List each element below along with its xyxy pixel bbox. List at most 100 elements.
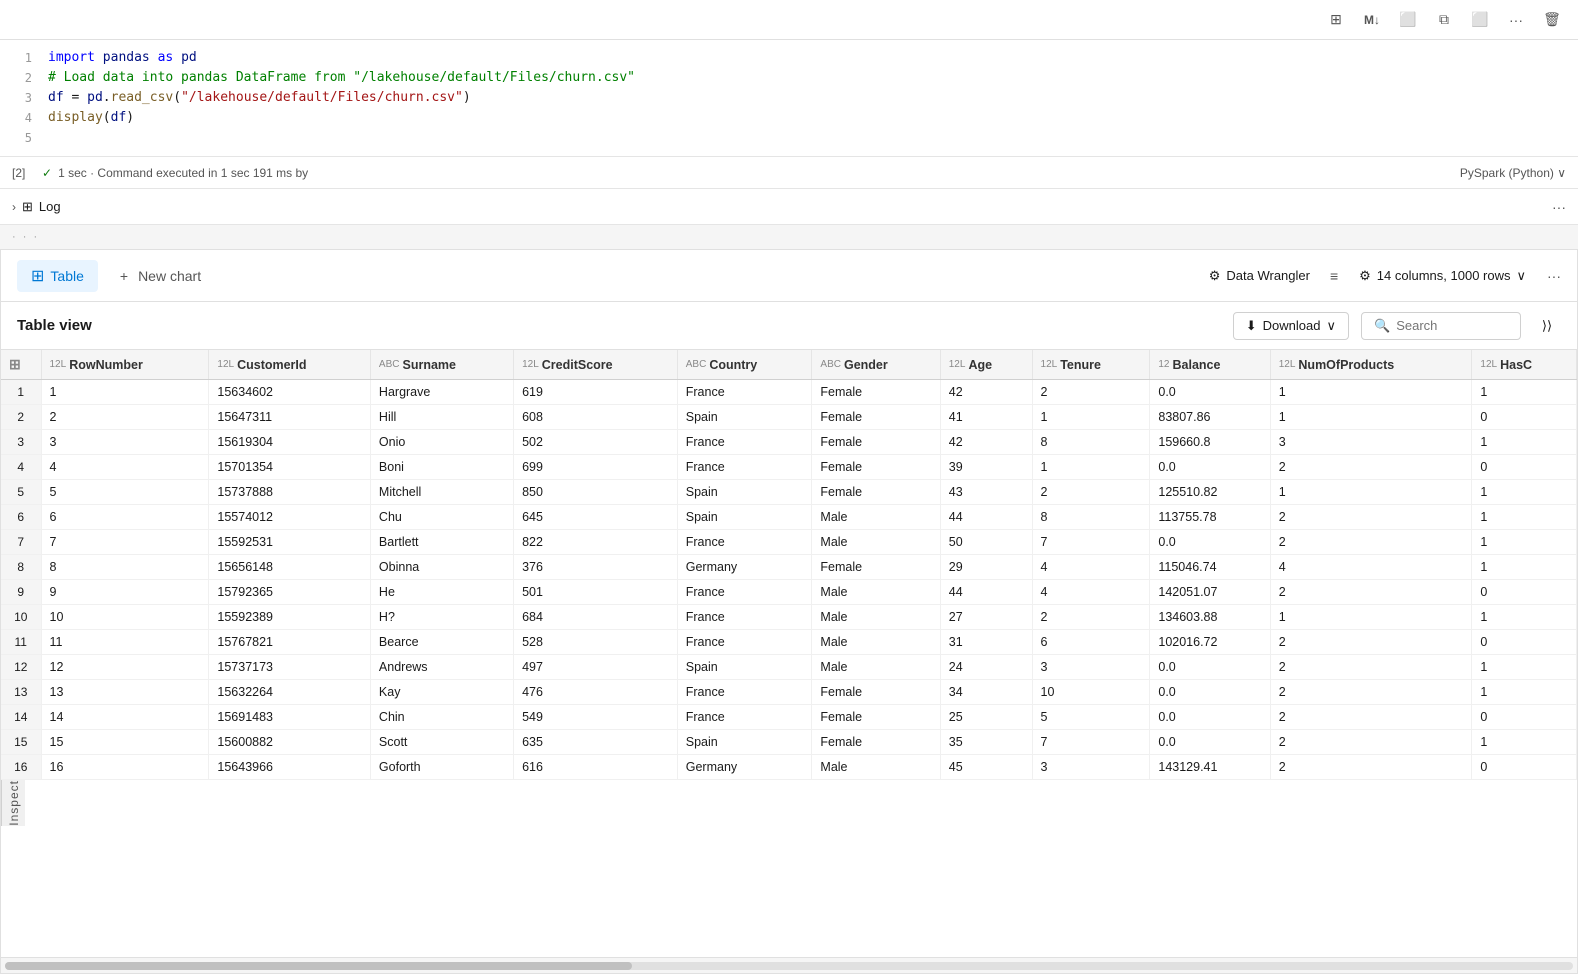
- tabs-more-icon[interactable]: ···: [1547, 268, 1561, 284]
- table-cell: 0.0: [1150, 455, 1270, 480]
- col-header-age[interactable]: 12L Age: [940, 350, 1032, 380]
- col-header-gender[interactable]: ABC Gender: [812, 350, 940, 380]
- log-more-icon[interactable]: ···: [1552, 199, 1566, 215]
- col-header-balance[interactable]: 12 Balance: [1150, 350, 1270, 380]
- data-wrangler-button[interactable]: ⚙ Data Wrangler: [1201, 264, 1318, 288]
- horizontal-scrollbar[interactable]: [1, 957, 1577, 973]
- scrollbar-thumb[interactable]: [5, 962, 632, 970]
- row-index-cell: 11: [1, 630, 41, 655]
- table-cell: Germany: [677, 755, 812, 780]
- table-cell: 50: [940, 530, 1032, 555]
- log-section: › ⊞ Log ···: [0, 189, 1578, 225]
- table-row: 1115634602Hargrave619FranceFemale4220.01…: [1, 380, 1577, 405]
- table-cell: 42: [940, 430, 1032, 455]
- table-cell: Female: [812, 705, 940, 730]
- table-cell: 2: [1032, 380, 1150, 405]
- row-index-cell: 12: [1, 655, 41, 680]
- inspect-panel-toggle[interactable]: ⟩⟩: [1533, 312, 1561, 340]
- toolbar-icon-run[interactable]: ⬜: [1466, 6, 1494, 34]
- download-button[interactable]: ⬇ Download ∨: [1233, 312, 1349, 340]
- inspect-sidebar[interactable]: Inspect: [1, 780, 25, 826]
- row-index-cell: 14: [1, 705, 41, 730]
- chevron-down-icon: ∨: [1516, 268, 1526, 284]
- table-cell: 15792365: [209, 580, 371, 605]
- table-cell: 0: [1472, 405, 1577, 430]
- table-cell: France: [677, 430, 812, 455]
- toolbar-icon-layout[interactable]: ⊞: [1322, 6, 1350, 34]
- table-cell: Spain: [677, 655, 812, 680]
- col-header-creditscore[interactable]: 12L CreditScore: [514, 350, 678, 380]
- table-cell: 0: [1472, 455, 1577, 480]
- table-cell: 4: [1032, 555, 1150, 580]
- dots-separator: · · ·: [0, 225, 1578, 249]
- table-cell: He: [370, 580, 513, 605]
- table-cell: 1: [1472, 730, 1577, 755]
- table-cell: 10: [1032, 680, 1150, 705]
- toolbar-icon-markdown[interactable]: M↓: [1358, 6, 1386, 34]
- table-cell: Boni: [370, 455, 513, 480]
- download-icon: ⬇: [1246, 318, 1257, 334]
- data-table-container[interactable]: ⊞ 12L RowNumber 12L CustomerId ABC Surna…: [1, 350, 1577, 957]
- table-cell: 645: [514, 505, 678, 530]
- log-toggle[interactable]: › ⊞ Log: [12, 199, 61, 215]
- table-cell: 0.0: [1150, 680, 1270, 705]
- toolbar-icon-screen[interactable]: ⬜: [1394, 6, 1422, 34]
- tab-new-chart[interactable]: + New chart: [106, 262, 215, 290]
- chevron-right-icon: ›: [12, 200, 16, 214]
- table-cell: 15619304: [209, 430, 371, 455]
- table-cell: Hargrave: [370, 380, 513, 405]
- row-index-cell: 7: [1, 530, 41, 555]
- table-cell: Female: [812, 680, 940, 705]
- table-cell: Female: [812, 405, 940, 430]
- row-index-cell: 15: [1, 730, 41, 755]
- table-cell: 476: [514, 680, 678, 705]
- table-cell: Male: [812, 755, 940, 780]
- table-row: 111115767821Bearce528FranceMale316102016…: [1, 630, 1577, 655]
- data-table: ⊞ 12L RowNumber 12L CustomerId ABC Surna…: [1, 350, 1577, 780]
- col-header-rownumber[interactable]: 12L RowNumber: [41, 350, 209, 380]
- table-cell: Bartlett: [370, 530, 513, 555]
- table-cell: 4: [1032, 580, 1150, 605]
- table-cell: Male: [812, 530, 940, 555]
- table-cell: 2: [41, 405, 209, 430]
- toolbar-icon-copy[interactable]: ⧉: [1430, 6, 1458, 34]
- toolbar-icon-more[interactable]: ···: [1502, 6, 1530, 34]
- col-header-tenure[interactable]: 12L Tenure: [1032, 350, 1150, 380]
- table-row: 6615574012Chu645SpainMale448113755.7821: [1, 505, 1577, 530]
- table-cell: 1: [1270, 605, 1472, 630]
- table-cell: France: [677, 455, 812, 480]
- row-index-cell: 5: [1, 480, 41, 505]
- col-header-numofproducts[interactable]: 12L NumOfProducts: [1270, 350, 1472, 380]
- search-input[interactable]: [1396, 318, 1496, 333]
- table-cell: 83807.86: [1150, 405, 1270, 430]
- table-cell: 41: [940, 405, 1032, 430]
- table-cell: 159660.8: [1150, 430, 1270, 455]
- table-cell: 3: [1032, 755, 1150, 780]
- filter-icon[interactable]: ≡: [1330, 268, 1338, 284]
- col-header-hasc[interactable]: 12L HasC: [1472, 350, 1577, 380]
- table-cell: 9: [41, 580, 209, 605]
- table-cell: 142051.07: [1150, 580, 1270, 605]
- code-editor[interactable]: import pandas as pd # Load data into pan…: [40, 40, 1578, 156]
- table-cell: 6: [41, 505, 209, 530]
- col-header-country[interactable]: ABC Country: [677, 350, 812, 380]
- output-panel: ⊞ Table + New chart ⚙ Data Wrangler ≡ ⚙ …: [0, 249, 1578, 974]
- table-cell: 1: [1032, 405, 1150, 430]
- toolbar-icon-delete[interactable]: 🗑: [1538, 6, 1566, 34]
- pyspark-badge[interactable]: PySpark (Python) ∨: [1460, 166, 1566, 180]
- table-row: 2215647311Hill608SpainFemale41183807.861…: [1, 405, 1577, 430]
- row-index-cell: 9: [1, 580, 41, 605]
- table-cell: 497: [514, 655, 678, 680]
- table-cell: 528: [514, 630, 678, 655]
- table-cell: 125510.82: [1150, 480, 1270, 505]
- col-header-customerid[interactable]: 12L CustomerId: [209, 350, 371, 380]
- table-cell: 8: [41, 555, 209, 580]
- table-cell: Hill: [370, 405, 513, 430]
- table-cell: 15737173: [209, 655, 371, 680]
- table-cell: Mitchell: [370, 480, 513, 505]
- table-cell: 15647311: [209, 405, 371, 430]
- col-header-surname[interactable]: ABC Surname: [370, 350, 513, 380]
- table-cell: 3: [1032, 655, 1150, 680]
- columns-rows-info[interactable]: ⚙ 14 columns, 1000 rows ∨: [1350, 263, 1535, 289]
- tab-table[interactable]: ⊞ Table: [17, 260, 98, 292]
